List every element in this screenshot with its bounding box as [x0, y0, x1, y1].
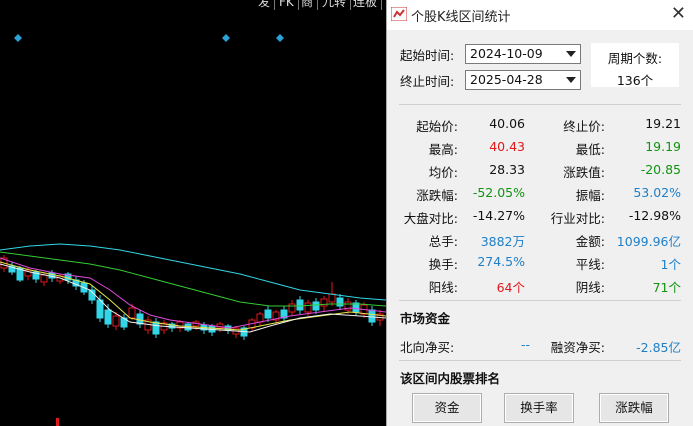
candle-body: [368, 309, 376, 323]
volume-value: 3882万: [480, 234, 525, 249]
candle-body: [40, 274, 48, 283]
start-time-label: 起始时间:: [400, 48, 455, 63]
turnover-label: 换手:: [428, 257, 458, 272]
vs-market-value: -14.27%: [472, 208, 525, 223]
change-value: -20.85: [640, 162, 681, 177]
vs-market-label: 大盘对比:: [403, 211, 458, 226]
avg-value: 28.33: [489, 162, 525, 177]
up-count-value: 64个: [496, 280, 525, 295]
candle-body: [264, 309, 272, 319]
kline-chart[interactable]: [0, 0, 386, 426]
rank-by-turnover-button[interactable]: 换手率: [504, 393, 574, 423]
start-price-label: 起始价:: [416, 119, 458, 134]
chevron-down-icon: [566, 77, 576, 83]
end-price-label: 终止价:: [563, 119, 605, 134]
change-value-label: 涨跌值:: [563, 165, 605, 180]
vs-industry-value: -12.98%: [628, 208, 681, 223]
north-value: --: [520, 337, 530, 352]
down-count-value: 71个: [652, 280, 681, 295]
ranking-title: 该区间内股票排名: [400, 371, 501, 386]
moving-average-lines: [0, 243, 386, 333]
low-label: 最低:: [575, 142, 605, 157]
ma-line: [0, 261, 386, 331]
signal-markers: [14, 34, 284, 42]
rank-by-change-button[interactable]: 涨跌幅: [599, 393, 669, 423]
margin-label: 融资净买:: [550, 340, 605, 355]
toolbar-tab-shang[interactable]: 商: [297, 0, 319, 10]
end-time-select[interactable]: 2025-04-28: [465, 70, 581, 90]
toolbar-tab-fk[interactable]: FK: [275, 0, 299, 10]
dialog-title: 个股K线区间统计: [411, 10, 511, 25]
candle-body: [112, 315, 120, 327]
signal-marker-icon: [276, 34, 284, 42]
divider: [399, 104, 681, 105]
app-icon: [391, 7, 407, 21]
end-price-value: 19.21: [645, 116, 681, 131]
interval-stats-dialog: 个股K线区间统计 ✕ 起始时间: 2024-10-09 终止时间: 2025-0…: [386, 0, 693, 426]
candle-body: [288, 303, 296, 313]
flat-label: 平线:: [575, 257, 605, 272]
amplitude-label: 振幅:: [575, 188, 605, 203]
amplitude-value: 53.02%: [633, 185, 681, 200]
divider: [399, 300, 681, 301]
period-count-value: 136个: [616, 73, 654, 88]
start-price-value: 40.06: [489, 116, 525, 131]
market-funds-title: 市场资金: [400, 311, 451, 326]
close-icon[interactable]: ✕: [671, 3, 686, 24]
amount-value: 1099.96亿: [616, 234, 681, 249]
low-value: 19.19: [645, 139, 681, 154]
ma-line: [0, 243, 386, 301]
toolbar-tab-fa[interactable]: 发: [254, 0, 276, 10]
end-time-value: 2025-04-28: [470, 72, 543, 87]
toolbar-tab-jiuzhuan[interactable]: 九转: [318, 0, 352, 10]
candle-body: [336, 297, 344, 307]
high-value: 40.43: [489, 139, 525, 154]
chevron-down-icon: [566, 51, 576, 57]
candle-body: [152, 321, 160, 335]
change-pct-label: 涨跌幅:: [416, 188, 458, 203]
candle-body: [256, 313, 264, 323]
candle-body: [296, 299, 304, 311]
start-time-select[interactable]: 2024-10-09: [465, 44, 581, 64]
vs-industry-label: 行业对比:: [550, 211, 605, 226]
high-label: 最高:: [428, 142, 458, 157]
amount-label: 金额:: [575, 234, 605, 249]
end-time-label: 终止时间:: [400, 74, 455, 89]
period-count-box: 周期个数: 136个: [591, 43, 679, 88]
ma-line: [0, 257, 386, 329]
signal-marker-icon: [14, 34, 22, 42]
candle-body: [328, 293, 336, 303]
period-count-label: 周期个数:: [607, 51, 663, 66]
change-pct-value: -52.05%: [472, 185, 525, 200]
toolbar-tab-lianban[interactable]: 连板: [349, 0, 383, 10]
rank-by-funds-button[interactable]: 资金: [412, 393, 482, 423]
candle-body: [312, 301, 320, 311]
candle-body: [304, 302, 312, 313]
flat-value: 1个: [660, 257, 681, 272]
up-count-label: 阳线:: [428, 280, 458, 295]
start-time-value: 2024-10-09: [470, 46, 543, 61]
divider: [399, 360, 681, 361]
margin-value: -2.85亿: [636, 340, 681, 355]
dialog-titlebar: 个股K线区间统计 ✕: [387, 0, 693, 30]
down-count-label: 阴线:: [575, 280, 605, 295]
north-label: 北向净买:: [400, 340, 455, 355]
volume-bar: [56, 418, 59, 426]
avg-label: 均价:: [428, 165, 458, 180]
volume-label: 总手:: [428, 234, 458, 249]
turnover-value: 274.5%: [477, 254, 525, 269]
candle-body: [136, 313, 144, 325]
candle-body: [104, 309, 112, 325]
candlesticks: [0, 255, 384, 426]
signal-marker-icon: [222, 34, 230, 42]
candle-body: [128, 307, 136, 319]
